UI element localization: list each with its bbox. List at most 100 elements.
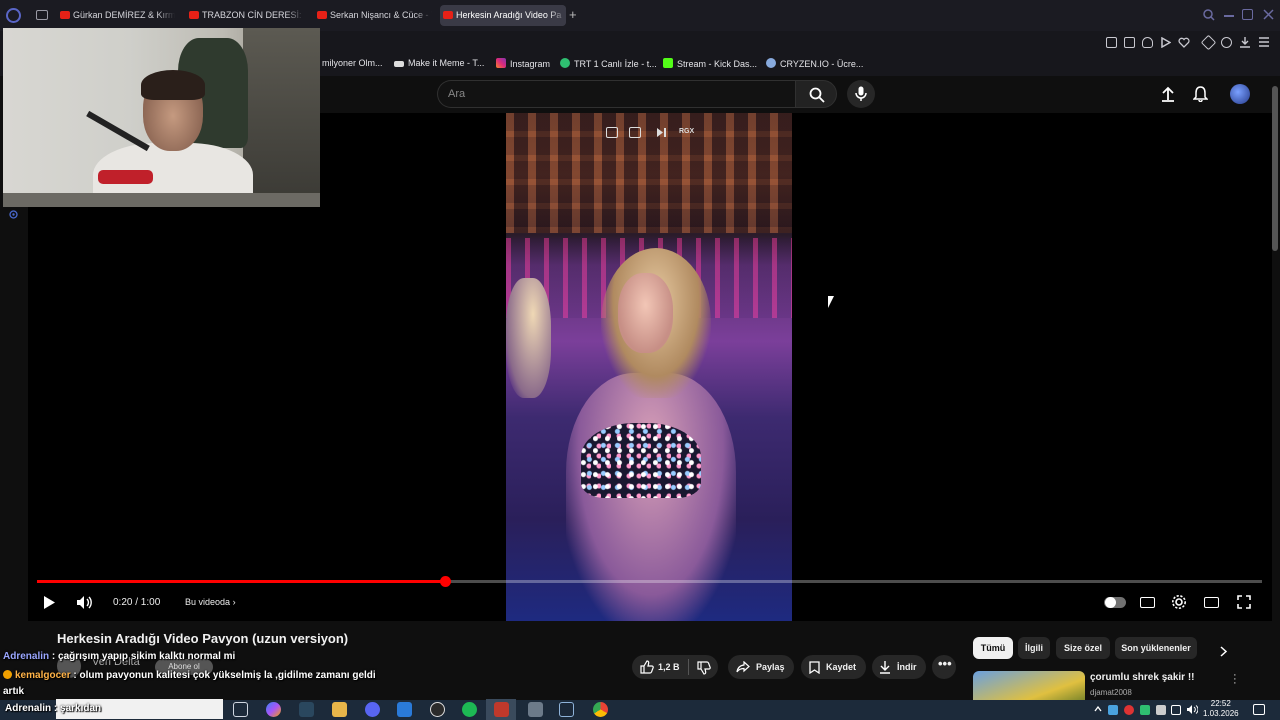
progress-scrubber[interactable] xyxy=(439,576,451,587)
tray-app-icon[interactable] xyxy=(1108,705,1118,715)
obs-icon[interactable] xyxy=(430,702,445,717)
steam-icon[interactable] xyxy=(299,702,314,717)
close-icon[interactable] xyxy=(1263,9,1274,20)
speaker-icon[interactable] xyxy=(1186,704,1198,715)
download-button[interactable]: İndir xyxy=(872,655,926,679)
stream-chat-overlay: Adrenalin : çağrışım yapıp sikim kalktı … xyxy=(0,648,390,700)
browser-logo-icon[interactable] xyxy=(6,8,21,23)
profile-icon[interactable] xyxy=(1221,37,1232,48)
search-placeholder: Ara xyxy=(448,88,466,100)
chrome-icon[interactable] xyxy=(593,702,608,717)
kick-icon xyxy=(663,58,673,68)
discord-icon[interactable] xyxy=(365,702,380,717)
chip-all[interactable]: Tümü xyxy=(973,637,1013,659)
rgx-overlay-label[interactable]: RGX xyxy=(679,128,694,135)
tray-app-icon[interactable] xyxy=(1156,705,1166,715)
search-tabs-icon[interactable] xyxy=(1203,9,1215,21)
chip-for-you[interactable]: Size özel xyxy=(1056,637,1110,659)
microphone-icon xyxy=(855,86,867,101)
video-frame[interactable] xyxy=(506,113,792,621)
notification-center-icon[interactable] xyxy=(1253,704,1265,715)
steam-client-icon[interactable] xyxy=(559,702,574,717)
skip-icon[interactable] xyxy=(656,127,667,138)
network-icon[interactable] xyxy=(1171,705,1181,715)
bookmark-trt1[interactable]: TRT 1 Canlı İzle - t... xyxy=(560,58,657,69)
bookmark-save-icon xyxy=(809,661,820,674)
settings-gear-icon[interactable] xyxy=(1171,594,1187,610)
new-tab-button[interactable]: + xyxy=(569,8,577,22)
screenshot-icon[interactable] xyxy=(1124,37,1135,48)
progress-played xyxy=(37,580,445,583)
bookmark-cryzen[interactable]: CRYZEN.IO - Ücre... xyxy=(766,58,863,69)
tab-list-icon[interactable] xyxy=(36,10,48,20)
tab-label: Herkesin Aradığı Video Pa xyxy=(456,10,562,20)
pip-icon[interactable] xyxy=(606,127,618,138)
fullscreen-icon[interactable] xyxy=(1237,595,1251,609)
spotify-icon[interactable] xyxy=(462,702,477,717)
tray-app-icon[interactable] xyxy=(1124,705,1134,715)
recommended-title[interactable]: çorumlu shrek şakir !! xyxy=(1090,672,1194,683)
instagram-icon xyxy=(496,58,506,68)
chapters-button[interactable]: Bu videoda › xyxy=(185,597,236,607)
bookmark-make-it-meme[interactable]: Make it Meme - T... xyxy=(394,58,484,68)
notifications-bell-icon[interactable] xyxy=(1193,86,1208,102)
page-scrollbar[interactable] xyxy=(1272,86,1278,251)
meme-icon xyxy=(394,61,404,67)
more-vertical-icon[interactable]: · · · xyxy=(1233,670,1237,689)
dislike-icon xyxy=(697,661,711,675)
chevron-up-icon[interactable] xyxy=(1094,706,1102,712)
file-explorer-icon[interactable] xyxy=(332,702,347,717)
chevron-right-icon[interactable] xyxy=(1220,646,1228,657)
copilot-icon[interactable] xyxy=(266,702,281,717)
chip-recently-uploaded[interactable]: Son yüklenenler xyxy=(1115,637,1197,659)
chevron-right-icon: › xyxy=(232,597,236,607)
more-actions-button[interactable]: ••• xyxy=(932,655,956,679)
play-button-icon[interactable] xyxy=(42,595,56,610)
search-input[interactable] xyxy=(437,80,796,108)
browser-tab-1[interactable]: Gürkan DEMİREZ & Kırmızı xyxy=(57,5,175,26)
subtitles-icon[interactable] xyxy=(1140,597,1155,608)
taskbar-clock[interactable]: 22:52 1.03.2026 xyxy=(1203,699,1239,719)
recommended-channel[interactable]: djamat2008 xyxy=(1090,688,1132,697)
browser-tab-3[interactable]: Serkan Nişancı & Cüce - T xyxy=(314,5,432,26)
theater-mode-icon[interactable] xyxy=(1204,597,1219,608)
download-icon[interactable] xyxy=(1239,36,1251,48)
autoplay-toggle[interactable] xyxy=(1104,597,1126,608)
like-button[interactable]: 1,2 B xyxy=(632,655,718,679)
chip-related[interactable]: İlgili xyxy=(1018,637,1050,659)
trt-icon xyxy=(560,58,570,68)
settings-app-icon[interactable] xyxy=(528,702,543,717)
bookmark-instagram[interactable]: Instagram xyxy=(496,58,550,69)
share-button[interactable]: Paylaş xyxy=(728,655,794,679)
bookmark-kick[interactable]: Stream - Kick Das... xyxy=(663,58,757,69)
mouse-cursor xyxy=(828,296,834,308)
shield-icon[interactable] xyxy=(1142,37,1153,48)
popout-icon[interactable] xyxy=(629,127,641,138)
pin-icon[interactable] xyxy=(1106,37,1117,48)
bookmark-milyoner[interactable]: milyoner Olm... xyxy=(322,58,383,68)
progress-bar[interactable] xyxy=(37,576,1262,587)
heart-icon[interactable] xyxy=(1178,37,1190,48)
browser-tab-2[interactable]: TRABZON CİN DERESİ: Vİ xyxy=(186,5,304,26)
voice-search-button[interactable] xyxy=(847,80,875,108)
play-icon[interactable] xyxy=(1160,37,1171,48)
gear-icon[interactable] xyxy=(8,209,19,220)
minimize-icon[interactable] xyxy=(1224,15,1234,17)
browser-tab-active[interactable]: Herkesin Aradığı Video Pa xyxy=(440,5,566,26)
search-button[interactable] xyxy=(795,80,837,108)
browser-app-icon[interactable] xyxy=(494,702,509,717)
tray-app-icon[interactable] xyxy=(1140,705,1150,715)
maximize-icon[interactable] xyxy=(1242,9,1253,20)
chat-message-continued: artık xyxy=(3,686,25,697)
mail-icon[interactable] xyxy=(397,702,412,717)
save-button[interactable]: Kaydet xyxy=(801,655,866,679)
video-title: Herkesin Aradığı Video Pavyon (uzun vers… xyxy=(57,631,349,646)
task-view-icon[interactable] xyxy=(233,702,248,717)
youtube-icon xyxy=(317,11,327,19)
like-icon xyxy=(640,660,654,674)
volume-icon[interactable] xyxy=(76,595,93,610)
menu-icon[interactable] xyxy=(1258,36,1270,48)
share-icon xyxy=(736,661,750,673)
upload-icon[interactable] xyxy=(1161,86,1175,102)
account-avatar[interactable] xyxy=(1230,84,1250,104)
